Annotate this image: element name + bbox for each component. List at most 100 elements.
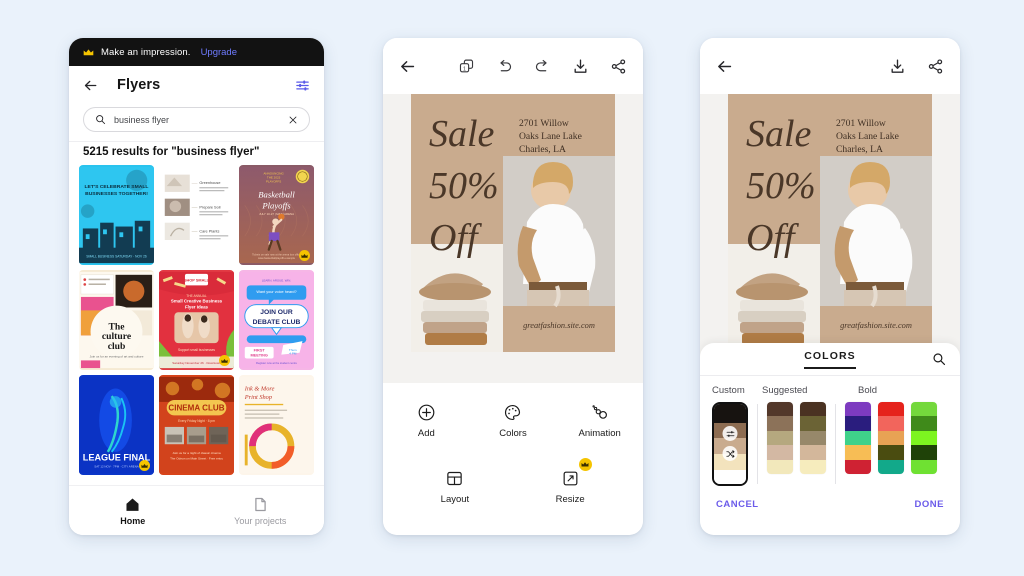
- page-title: Flyers: [117, 77, 161, 93]
- svg-text:Greenhouse: Greenhouse: [199, 181, 220, 185]
- filter-sliders-icon[interactable]: [295, 78, 310, 93]
- palette-band: [878, 402, 904, 417]
- back-arrow-icon[interactable]: [399, 58, 416, 75]
- category-bold[interactable]: Bold: [846, 385, 960, 396]
- flyer-headline-1: Sale: [429, 113, 495, 155]
- screenshot-stage: Make an impression. Upgrade Flyers busin…: [0, 0, 1024, 576]
- svg-text:THE ANNUAL: THE ANNUAL: [186, 294, 207, 298]
- undo-icon[interactable]: [496, 58, 513, 75]
- layout-icon: [445, 469, 464, 488]
- bold-palette-3[interactable]: [911, 402, 937, 474]
- sale-flyer-design[interactable]: Sale 50% Off 2701 Willow Oaks Lane Lake …: [728, 94, 932, 352]
- upgrade-link[interactable]: Upgrade: [201, 47, 237, 58]
- palette-swatches: [700, 400, 960, 486]
- svg-text:4 PM: 4 PM: [289, 352, 297, 356]
- results-heading: 5215 results for "business flyer": [69, 141, 324, 165]
- svg-text:Basketball: Basketball: [258, 190, 295, 200]
- bold-palette-1[interactable]: [845, 402, 871, 474]
- done-button[interactable]: DONE: [915, 499, 944, 510]
- template-card-cinema-club[interactable]: CINEMA CLUB Every Friday Night · 8 pm Jo…: [159, 375, 234, 475]
- template-card-small-business-saturday[interactable]: SHOP SMALL THE ANNUAL Small Creative Bus…: [159, 270, 234, 370]
- template-card-league-final[interactable]: LEAGUE FINAL SAT 12 NOV · 7PM · CITY ARE…: [79, 375, 154, 475]
- search-input[interactable]: business flyer: [83, 107, 310, 132]
- redo-icon[interactable]: [534, 58, 551, 75]
- custom-palette-card[interactable]: [712, 402, 748, 486]
- tool-add-label: Add: [417, 428, 435, 439]
- bold-palette-2[interactable]: [878, 402, 904, 474]
- svg-text:Flyer Ideas: Flyer Ideas: [185, 304, 209, 309]
- template-card-debate-club[interactable]: LEARN. ARGUE. WIN. Want your voice heard…: [239, 270, 314, 370]
- tool-animation[interactable]: Animation: [556, 403, 643, 439]
- tool-add[interactable]: Add: [383, 403, 470, 439]
- flyer-headline-2: 50%: [746, 165, 816, 207]
- palette-band: [911, 445, 937, 460]
- search-value: business flyer: [114, 114, 170, 125]
- flyer-address-1: 2701 Willow: [836, 118, 886, 129]
- template-card-small-business[interactable]: LET'S CELEBRATE SMALL BUSINESSES TOGETHE…: [79, 165, 154, 265]
- template-card-basketball-playoffs[interactable]: ANNOUNCING THE 2023 PLAYOFFS Basketball …: [239, 165, 314, 265]
- crown-icon: [83, 48, 94, 55]
- pages-layers-button[interactable]: 1: [458, 58, 475, 75]
- flyer-headline-3: Off: [429, 217, 482, 259]
- palette-band: [878, 445, 904, 460]
- suggested-swatch-group: [767, 402, 826, 474]
- search-icon[interactable]: [932, 352, 946, 366]
- shuffle-icon[interactable]: [722, 446, 738, 461]
- template-card-minimal-photo[interactable]: Greenhouse Prepare Soil Care Plants: [159, 165, 234, 265]
- svg-text:CINEMA CLUB: CINEMA CLUB: [168, 404, 224, 413]
- toolbar-actions: [889, 58, 944, 75]
- suggested-palette-2[interactable]: [800, 402, 826, 474]
- grid-column: LET'S CELEBRATE SMALL BUSINESSES TOGETHE…: [79, 165, 154, 475]
- search-section: business flyer: [69, 104, 324, 141]
- template-card-print-shop[interactable]: Ink & More Print Shop: [239, 375, 314, 475]
- pages-count: 1: [463, 66, 466, 72]
- flyer-headline-1: Sale: [746, 113, 812, 155]
- tool-resize[interactable]: Resize: [527, 458, 614, 505]
- svg-text:Join us for an evening of art: Join us for an evening of art and cultur…: [90, 355, 144, 359]
- category-suggested[interactable]: Suggested: [756, 385, 846, 396]
- editor-canvas[interactable]: Sale 50% Off 2701 Willow Oaks Lane Lake …: [700, 94, 960, 383]
- svg-text:Tickets on sale now at the are: Tickets on sale now at the arena box off…: [252, 252, 301, 256]
- flyer-address-2: Oaks Lane Lake: [519, 131, 582, 142]
- tool-layout[interactable]: Layout: [412, 469, 499, 505]
- flyer-website: greatfashion.site.com: [840, 321, 912, 330]
- svg-text:Saturday November 26 · Downtow: Saturday November 26 · Downtown: [172, 361, 221, 365]
- crown-icon: [301, 253, 308, 258]
- tool-colors[interactable]: Colors: [470, 403, 557, 439]
- template-card-culture-club[interactable]: The culture club Join us for an evening …: [79, 270, 154, 370]
- toolbar-actions: 1: [458, 58, 627, 75]
- editor-toolbar: [700, 38, 960, 94]
- sliders-icon[interactable]: [722, 426, 738, 441]
- download-icon[interactable]: [572, 58, 589, 75]
- colors-panel-header: COLORS: [700, 343, 960, 376]
- svg-text:BUSINESSES TOGETHER!: BUSINESSES TOGETHER!: [85, 191, 148, 197]
- premium-badge: [139, 460, 150, 471]
- nav-home[interactable]: Home: [69, 496, 197, 526]
- category-custom[interactable]: Custom: [700, 385, 756, 396]
- promo-banner[interactable]: Make an impression. Upgrade: [69, 38, 324, 66]
- share-icon[interactable]: [927, 58, 944, 75]
- back-arrow-icon[interactable]: [83, 78, 98, 93]
- svg-text:SMALL BUSINESS SATURDAY · NOV: SMALL BUSINESS SATURDAY · NOV 26: [86, 254, 147, 258]
- nav-your-projects[interactable]: Your projects: [197, 496, 325, 526]
- svg-text:DEBATE CLUB: DEBATE CLUB: [253, 319, 301, 326]
- svg-text:club: club: [108, 341, 126, 352]
- share-icon[interactable]: [610, 58, 627, 75]
- close-icon[interactable]: [288, 115, 298, 125]
- svg-text:The Odeon on Main Street · Fre: The Odeon on Main Street · Free entry: [170, 457, 223, 461]
- back-arrow-icon[interactable]: [716, 58, 733, 75]
- nav-home-label: Home: [120, 515, 146, 526]
- plus-circle-icon: [417, 403, 436, 422]
- suggested-palette-1[interactable]: [767, 402, 793, 474]
- editor-canvas[interactable]: Sale 50% Off 2701 Willow Oaks Lane Lake …: [383, 94, 643, 383]
- download-icon[interactable]: [889, 58, 906, 75]
- tool-animation-label: Animation: [578, 428, 621, 439]
- crown-icon: [581, 462, 589, 467]
- sale-flyer-design[interactable]: Sale 50% Off 2701 Willow Oaks Lane Lake …: [411, 94, 615, 352]
- promo-text: Make an impression.: [101, 46, 191, 58]
- colors-panel-title: COLORS: [804, 350, 856, 369]
- palette-band: [800, 430, 826, 446]
- cancel-button[interactable]: CANCEL: [716, 499, 759, 510]
- editor-tools-panel: Add Colors Animation Layout Resize: [383, 383, 643, 535]
- template-grid: LET'S CELEBRATE SMALL BUSINESSES TOGETHE…: [69, 165, 324, 475]
